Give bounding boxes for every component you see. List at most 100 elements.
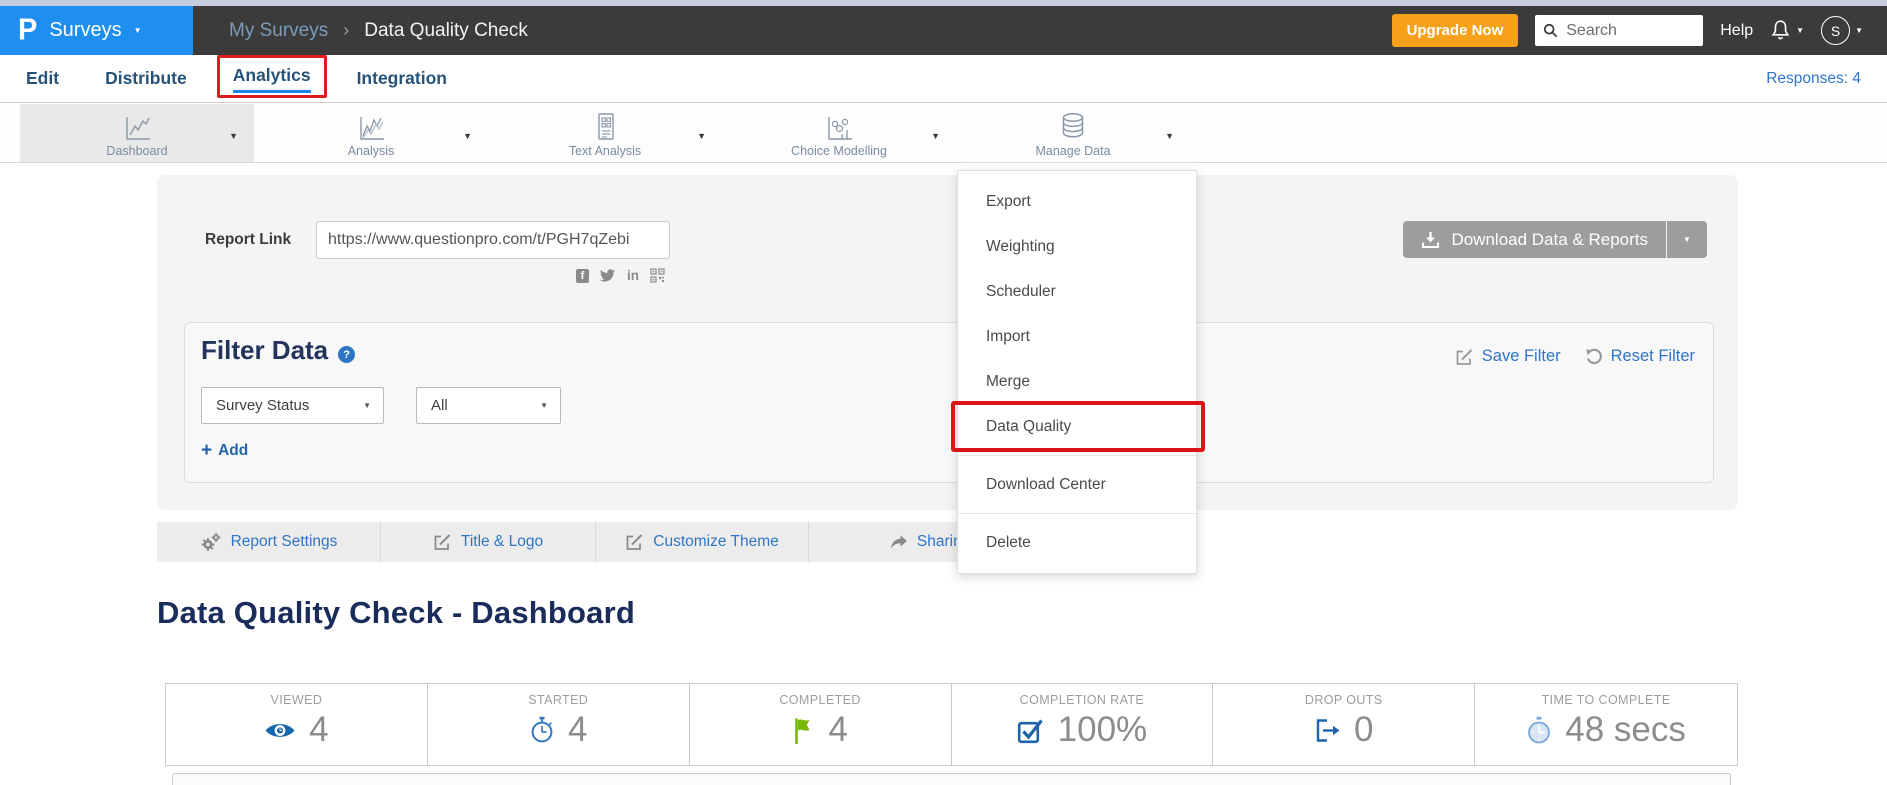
breadcrumb-separator-icon: › bbox=[343, 20, 349, 41]
help-link[interactable]: Help bbox=[1720, 22, 1753, 40]
next-panel-edge bbox=[172, 773, 1731, 785]
survey-tabs: Edit Distribute Analytics Integration Re… bbox=[0, 55, 1887, 103]
filter-actions: Save Filter Reset Filter bbox=[1455, 347, 1695, 366]
account-menu[interactable]: S ▼ bbox=[1821, 16, 1863, 45]
timer-icon bbox=[1526, 716, 1552, 744]
title-logo-button[interactable]: Title & Logo bbox=[381, 522, 596, 562]
news-icon bbox=[590, 111, 620, 142]
stat-value: 48 secs bbox=[1565, 710, 1686, 750]
menu-item-import[interactable]: Import bbox=[958, 314, 1196, 359]
search-icon bbox=[1543, 23, 1558, 38]
menu-item-data-quality-label: Data Quality bbox=[986, 418, 1071, 436]
twitter-icon[interactable] bbox=[600, 269, 616, 282]
stat-label: STARTED bbox=[528, 693, 588, 707]
line-chart-icon bbox=[120, 111, 154, 142]
toolbar-item-analysis[interactable]: Analysis ▼ bbox=[254, 104, 488, 162]
filter-data-title: Filter Data bbox=[201, 335, 328, 366]
help-icon[interactable]: ? bbox=[338, 346, 355, 363]
database-icon bbox=[1056, 111, 1090, 142]
multi-line-chart-icon bbox=[354, 111, 388, 142]
stat-viewed: VIEWED 4 bbox=[166, 684, 428, 765]
breadcrumb-current: Data Quality Check bbox=[364, 20, 528, 42]
stat-value: 100% bbox=[1058, 710, 1148, 750]
undo-icon bbox=[1585, 348, 1603, 366]
menu-item-delete[interactable]: Delete bbox=[958, 520, 1196, 565]
search-box[interactable] bbox=[1535, 15, 1703, 46]
chevron-down-icon[interactable]: ▼ bbox=[697, 131, 706, 141]
stat-completed: COMPLETED 4 bbox=[690, 684, 952, 765]
tab-analytics-label: Analytics bbox=[233, 65, 311, 85]
responses-count: Responses: 4 bbox=[1766, 70, 1861, 88]
questionpro-logo-icon: P bbox=[18, 15, 37, 45]
toolbar-item-dashboard[interactable]: Dashboard ▼ bbox=[20, 104, 254, 162]
download-button-label: Download Data & Reports bbox=[1451, 230, 1648, 250]
chevron-down-icon[interactable]: ▼ bbox=[931, 131, 940, 141]
chevron-down-icon[interactable]: ▼ bbox=[1165, 131, 1174, 141]
report-settings-label: Report Settings bbox=[231, 533, 338, 551]
filter-value-value: All bbox=[431, 397, 448, 414]
report-settings-button[interactable]: Report Settings bbox=[157, 522, 381, 562]
facebook-icon[interactable]: f bbox=[576, 269, 589, 283]
analytics-toolbar: Dashboard ▼ Analysis ▼ bbox=[0, 104, 1887, 163]
chevron-down-icon: ▼ bbox=[1683, 236, 1691, 244]
filter-data-panel: Filter Data ? Survey Status ▼ All ▼ + Ad… bbox=[184, 322, 1714, 483]
avatar: S bbox=[1821, 16, 1850, 45]
tab-integration[interactable]: Integration bbox=[357, 68, 447, 89]
chevron-down-icon: ▼ bbox=[1796, 27, 1804, 35]
save-filter-label: Save Filter bbox=[1482, 347, 1561, 366]
menu-item-scheduler[interactable]: Scheduler bbox=[958, 269, 1196, 314]
filter-selects: Survey Status ▼ All ▼ bbox=[201, 387, 561, 424]
toolbar-item-manage-data[interactable]: Manage Data ▼ bbox=[956, 104, 1190, 162]
linkedin-icon[interactable]: in bbox=[627, 269, 639, 283]
menu-divider bbox=[958, 455, 1196, 456]
title-logo-label: Title & Logo bbox=[461, 533, 543, 551]
menu-item-export[interactable]: Export bbox=[958, 179, 1196, 224]
stat-label: COMPLETION RATE bbox=[1020, 693, 1145, 707]
search-input[interactable] bbox=[1564, 21, 1684, 41]
download-icon bbox=[1421, 231, 1440, 249]
share-icons: f in bbox=[576, 268, 665, 283]
tab-distribute[interactable]: Distribute bbox=[105, 68, 187, 89]
eye-icon bbox=[264, 720, 296, 741]
toolbar-label: Choice Modelling bbox=[791, 144, 887, 158]
toolbar-item-choice-modelling[interactable]: Choice Modelling ▼ bbox=[722, 104, 956, 162]
tab-analytics[interactable]: Analytics bbox=[233, 65, 311, 93]
download-options-caret[interactable]: ▼ bbox=[1666, 221, 1707, 258]
qr-code-icon[interactable] bbox=[650, 268, 665, 283]
breadcrumb: My Surveys › Data Quality Check bbox=[229, 20, 528, 42]
reset-filter-label: Reset Filter bbox=[1611, 347, 1695, 366]
stat-started: STARTED 4 bbox=[428, 684, 690, 765]
menu-divider bbox=[958, 513, 1196, 514]
notifications-menu[interactable]: ▼ bbox=[1770, 19, 1804, 42]
product-menu-label: Surveys bbox=[49, 19, 121, 42]
stat-label: DROP OUTS bbox=[1305, 693, 1383, 707]
filter-field-dropdown[interactable]: Survey Status ▼ bbox=[201, 387, 384, 424]
flag-icon bbox=[792, 717, 815, 744]
report-link-input[interactable] bbox=[316, 221, 670, 259]
menu-item-weighting[interactable]: Weighting bbox=[958, 224, 1196, 269]
plus-icon: + bbox=[201, 441, 212, 460]
customize-theme-button[interactable]: Customize Theme bbox=[596, 522, 809, 562]
share-icon bbox=[889, 534, 908, 551]
stat-label: VIEWED bbox=[271, 693, 323, 707]
stat-value: 0 bbox=[1354, 710, 1373, 750]
bubble-chart-icon bbox=[822, 111, 856, 142]
chevron-down-icon[interactable]: ▼ bbox=[229, 131, 238, 141]
filter-value-dropdown[interactable]: All ▼ bbox=[416, 387, 561, 424]
reset-filter-button[interactable]: Reset Filter bbox=[1585, 347, 1695, 366]
add-filter-button[interactable]: + Add bbox=[201, 441, 248, 460]
toolbar-item-text-analysis[interactable]: Text Analysis ▼ bbox=[488, 104, 722, 162]
edit-icon bbox=[625, 533, 644, 551]
menu-item-data-quality[interactable]: Data Quality bbox=[958, 404, 1196, 449]
stat-value: 4 bbox=[828, 710, 847, 750]
chevron-down-icon[interactable]: ▼ bbox=[463, 131, 472, 141]
menu-item-merge[interactable]: Merge bbox=[958, 359, 1196, 404]
save-filter-button[interactable]: Save Filter bbox=[1455, 347, 1561, 366]
tab-edit[interactable]: Edit bbox=[26, 68, 59, 89]
download-data-reports-button[interactable]: Download Data & Reports bbox=[1403, 221, 1666, 258]
menu-item-download-center[interactable]: Download Center bbox=[958, 462, 1196, 507]
upgrade-now-button[interactable]: Upgrade Now bbox=[1392, 14, 1519, 47]
breadcrumb-my-surveys[interactable]: My Surveys bbox=[229, 20, 328, 42]
manage-data-dropdown-menu: Export Weighting Scheduler Import Merge … bbox=[957, 170, 1197, 574]
product-switcher[interactable]: P Surveys ▼ bbox=[0, 6, 193, 55]
